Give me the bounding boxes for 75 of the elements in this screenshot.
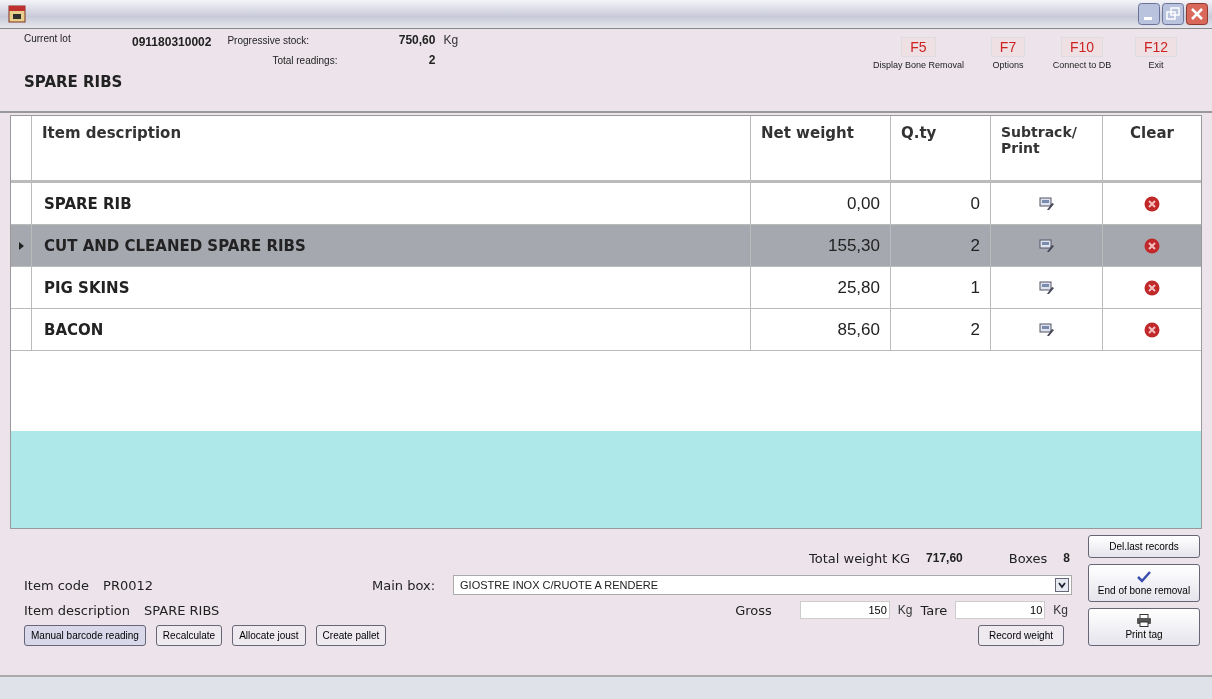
table-row[interactable]: PIG SKINS 25,80 1 bbox=[11, 267, 1201, 309]
table-cell: CUT AND CLEANED SPARE RIBS bbox=[44, 236, 306, 255]
table-cell: 85,60 bbox=[837, 319, 880, 340]
delete-icon[interactable] bbox=[1144, 195, 1160, 212]
function-key[interactable]: F7 bbox=[990, 37, 1026, 57]
tare-field[interactable]: 10 bbox=[955, 601, 1046, 619]
table-cell: 2 bbox=[970, 319, 980, 340]
item-description-value: SPARE RIBS bbox=[144, 602, 220, 618]
progressive-stock-label: Progressive stock: bbox=[227, 35, 311, 46]
delete-icon[interactable] bbox=[1144, 237, 1160, 254]
record-weight-button[interactable]: Record weight bbox=[978, 625, 1064, 646]
table-cell: 0 bbox=[970, 193, 980, 214]
print-icon[interactable] bbox=[1038, 322, 1055, 337]
table-cell: SPARE RIB bbox=[44, 194, 132, 213]
action-button[interactable]: Create pallet bbox=[315, 625, 387, 646]
gross-field[interactable]: 150 bbox=[799, 601, 890, 619]
table-cell: 25,80 bbox=[837, 277, 880, 298]
side-button[interactable]: End of bone removal bbox=[1088, 564, 1200, 602]
checkmark-icon bbox=[1137, 570, 1151, 583]
column-header: Subtrack/ Print bbox=[991, 116, 1103, 180]
column-header: Net weight bbox=[751, 116, 891, 180]
total-readings-value: 2 bbox=[427, 53, 436, 67]
table-row[interactable]: CUT AND CLEANED SPARE RIBS 155,30 2 bbox=[11, 225, 1201, 267]
app-icon bbox=[8, 5, 26, 23]
product-name: SPARE RIBS bbox=[24, 73, 124, 91]
function-key[interactable]: F5 bbox=[901, 37, 936, 57]
table-cell: 1 bbox=[970, 277, 980, 298]
side-button[interactable]: Print tag bbox=[1088, 608, 1200, 646]
function-key-label: Display Bone Removal bbox=[872, 60, 964, 70]
delete-icon[interactable] bbox=[1144, 321, 1160, 338]
item-code-label: Item code bbox=[24, 577, 90, 593]
gross-unit: Kg bbox=[897, 603, 913, 617]
row-pointer-icon bbox=[18, 241, 24, 250]
action-button[interactable]: Recalculate bbox=[155, 625, 223, 646]
print-icon[interactable] bbox=[1038, 238, 1055, 253]
tare-unit: Kg bbox=[1053, 603, 1068, 617]
progressive-stock-value: 750,60 bbox=[397, 33, 436, 47]
function-key[interactable]: F12 bbox=[1134, 37, 1178, 57]
current-lot-value: 091180310002 bbox=[132, 35, 212, 51]
close-icon[interactable] bbox=[1186, 3, 1208, 25]
print-icon[interactable] bbox=[1038, 196, 1055, 211]
printer-icon bbox=[1136, 614, 1152, 627]
column-header: Item description bbox=[32, 116, 751, 180]
tare-label: Tare bbox=[920, 602, 948, 618]
table-cell: 155,30 bbox=[828, 235, 880, 256]
total-weight-label: Total weight KG bbox=[809, 550, 911, 566]
main-box-label: Main box: bbox=[372, 577, 436, 593]
table-cell: BACON bbox=[44, 320, 104, 339]
table-cell: PIG SKINS bbox=[44, 278, 130, 297]
side-button[interactable]: Del.last records bbox=[1088, 535, 1200, 558]
action-button[interactable]: Allocate joust bbox=[232, 625, 306, 646]
table-row[interactable]: BACON 85,60 2 bbox=[11, 309, 1201, 351]
function-key[interactable]: F10 bbox=[1060, 37, 1104, 57]
gross-label: Gross bbox=[735, 602, 772, 618]
progressive-stock-unit: Kg bbox=[443, 33, 459, 47]
restore-icon[interactable] bbox=[1162, 3, 1184, 25]
item-code-value: PR0012 bbox=[103, 577, 154, 593]
table-cell: 2 bbox=[970, 235, 980, 256]
main-box-dropdown[interactable]: GIOSTRE INOX C/RUOTE A RENDERE bbox=[453, 575, 1072, 595]
item-description-label: Item description bbox=[24, 602, 130, 618]
column-header: Clear bbox=[1129, 123, 1175, 144]
print-icon[interactable] bbox=[1038, 280, 1055, 295]
function-key-label: Exit bbox=[1148, 60, 1164, 70]
table-cell: 0,00 bbox=[846, 193, 880, 214]
function-key-label: Options bbox=[992, 60, 1024, 70]
delete-icon[interactable] bbox=[1144, 279, 1160, 296]
function-key-label: Connect to DB bbox=[1052, 60, 1112, 70]
boxes-value: 8 bbox=[1063, 551, 1070, 565]
column-header: Q.ty bbox=[891, 116, 991, 180]
current-lot-label: Current lot bbox=[24, 33, 72, 46]
total-weight-value: 717,60 bbox=[926, 551, 963, 565]
minimize-icon[interactable] bbox=[1138, 3, 1160, 25]
boxes-label: Boxes bbox=[1008, 550, 1048, 566]
action-button[interactable]: Manual barcode reading bbox=[24, 625, 146, 646]
total-readings-label: Total readings: bbox=[271, 55, 338, 66]
